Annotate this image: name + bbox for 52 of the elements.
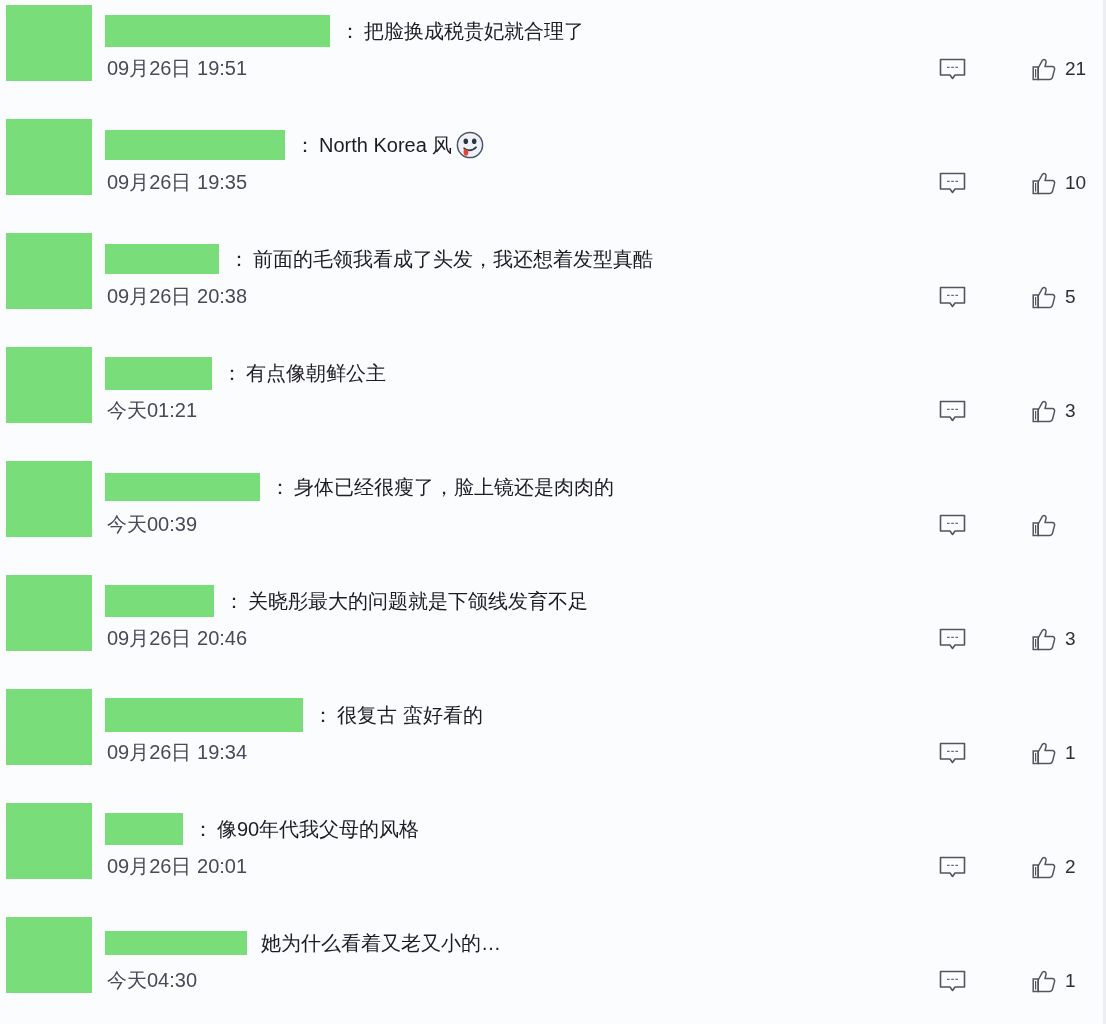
comment-text: 她为什么看着又老又小的… [261, 930, 501, 956]
like-button[interactable]: 1 [1032, 967, 1076, 995]
comment-time: 09月26日 20:38 [106, 284, 248, 309]
comment-time: 今天00:39 [106, 512, 198, 537]
comment-time: 09月26日 20:46 [106, 626, 248, 651]
comment-icon[interactable] [939, 286, 966, 309]
colon-separator: ： [193, 816, 213, 842]
like-button[interactable]: 21 [1032, 55, 1087, 83]
thumbs-up-icon [1032, 627, 1056, 651]
comment-icon[interactable] [939, 514, 966, 537]
comment-time: 今天01:21 [106, 398, 198, 423]
comment-text: 像90年代我父母的风格 [217, 816, 420, 842]
comment-icon[interactable] [939, 400, 966, 423]
colon-separator: ： [270, 474, 290, 500]
comment-time: 09月26日 20:01 [106, 854, 248, 879]
thumbs-up-icon [1032, 57, 1056, 81]
comment-icon[interactable] [939, 172, 966, 195]
like-button[interactable]: 3 [1032, 397, 1076, 425]
thumbs-up-icon [1032, 399, 1056, 423]
comment-time: 09月26日 19:35 [106, 170, 248, 195]
comment-time: 今天04:30 [106, 968, 198, 993]
comment-text: 关晓彤最大的问题就是下颌线发育不足 [248, 588, 588, 614]
comment-text: 很复古 蛮好看的 [337, 702, 483, 728]
comment-text: 身体已经很瘦了，脸上镜还是肉肉的 [294, 474, 614, 500]
thumbs-up-icon [1032, 171, 1056, 195]
comment-text: 有点像朝鲜公主 [246, 360, 386, 386]
comment-icon[interactable] [939, 628, 966, 651]
colon-separator: ： [340, 18, 360, 44]
colon-separator: ： [295, 132, 315, 158]
thumbs-up-icon [1032, 855, 1056, 879]
comment-icon[interactable] [939, 856, 966, 879]
comment-icon[interactable] [939, 742, 966, 765]
comment-time: 09月26日 19:34 [106, 740, 248, 765]
thumbs-up-icon [1032, 969, 1056, 993]
colon-separator: ： [224, 588, 244, 614]
comment-text: 把脸换成税贵妃就合理了 [364, 18, 584, 44]
like-button[interactable]: 2 [1032, 853, 1076, 881]
colon-separator: ： [313, 702, 333, 728]
like-button[interactable]: 1 [1032, 739, 1076, 767]
colon-separator: ： [229, 246, 249, 272]
colon-separator: ： [222, 360, 242, 386]
like-button[interactable]: 3 [1032, 625, 1076, 653]
thumbs-up-icon [1032, 741, 1056, 765]
like-button[interactable]: 5 [1032, 283, 1076, 311]
thumbs-up-icon [1032, 285, 1056, 309]
comment-text: North Korea 风 [319, 132, 453, 158]
comment-icon[interactable] [939, 970, 966, 993]
thumbs-up-icon [1032, 513, 1056, 537]
comment-time: 09月26日 19:51 [106, 56, 248, 81]
like-button[interactable]: 10 [1032, 169, 1087, 197]
comment-icon[interactable] [939, 58, 966, 81]
comment-text: 前面的毛领我看成了头发，我还想着发型真酷 [253, 246, 653, 272]
